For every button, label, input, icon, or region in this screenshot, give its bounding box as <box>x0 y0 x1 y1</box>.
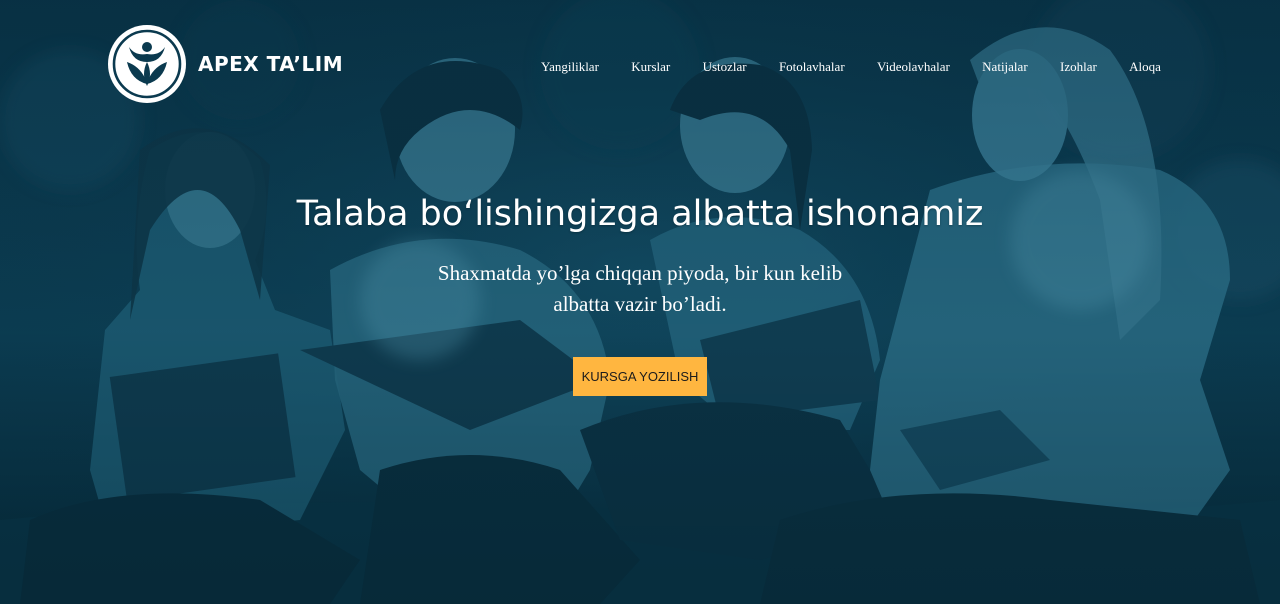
nav-item-izohlar[interactable]: Izohlar <box>1044 58 1113 76</box>
hero-section: APEX TA’LIM Yangiliklar Kurslar Ustozlar… <box>0 0 1280 604</box>
nav-item-fotolavhalar[interactable]: Fotolavhalar <box>763 58 861 76</box>
main-navigation: Yangiliklar Kurslar Ustozlar Fotolavhala… <box>525 58 1177 76</box>
hero-headline: Talaba bo‘lishingizga albatta ishonamiz <box>296 194 984 234</box>
hero-subtitle: Shaxmatda yo’lga chiqqan piyoda, bir kun… <box>380 258 900 320</box>
enroll-course-button[interactable]: KURSGA YOZILISH <box>573 357 707 396</box>
site-header: APEX TA’LIM Yangiliklar Kurslar Ustozlar… <box>0 0 1280 130</box>
brand-name: APEX TA’LIM <box>198 52 344 76</box>
nav-item-aloqa[interactable]: Aloqa <box>1113 58 1177 76</box>
nav-item-yangiliklar[interactable]: Yangiliklar <box>525 58 615 76</box>
brand-logo-link[interactable]: APEX TA’LIM <box>105 22 343 106</box>
nav-item-videolavhalar[interactable]: Videolavhalar <box>861 58 966 76</box>
nav-item-natijalar[interactable]: Natijalar <box>966 58 1043 76</box>
hero-subtitle-line-2: albatta vazir bo’ladi. <box>553 292 727 316</box>
people-leaves-emblem-icon <box>108 25 186 103</box>
hero-subtitle-line-1: Shaxmatda yo’lga chiqqan piyoda, bir kun… <box>437 261 843 285</box>
hero-content: Talaba bo‘lishingizga albatta ishonamiz … <box>0 190 1280 396</box>
nav-item-kurslar[interactable]: Kurslar <box>615 58 686 76</box>
nav-item-ustozlar[interactable]: Ustozlar <box>687 58 763 76</box>
